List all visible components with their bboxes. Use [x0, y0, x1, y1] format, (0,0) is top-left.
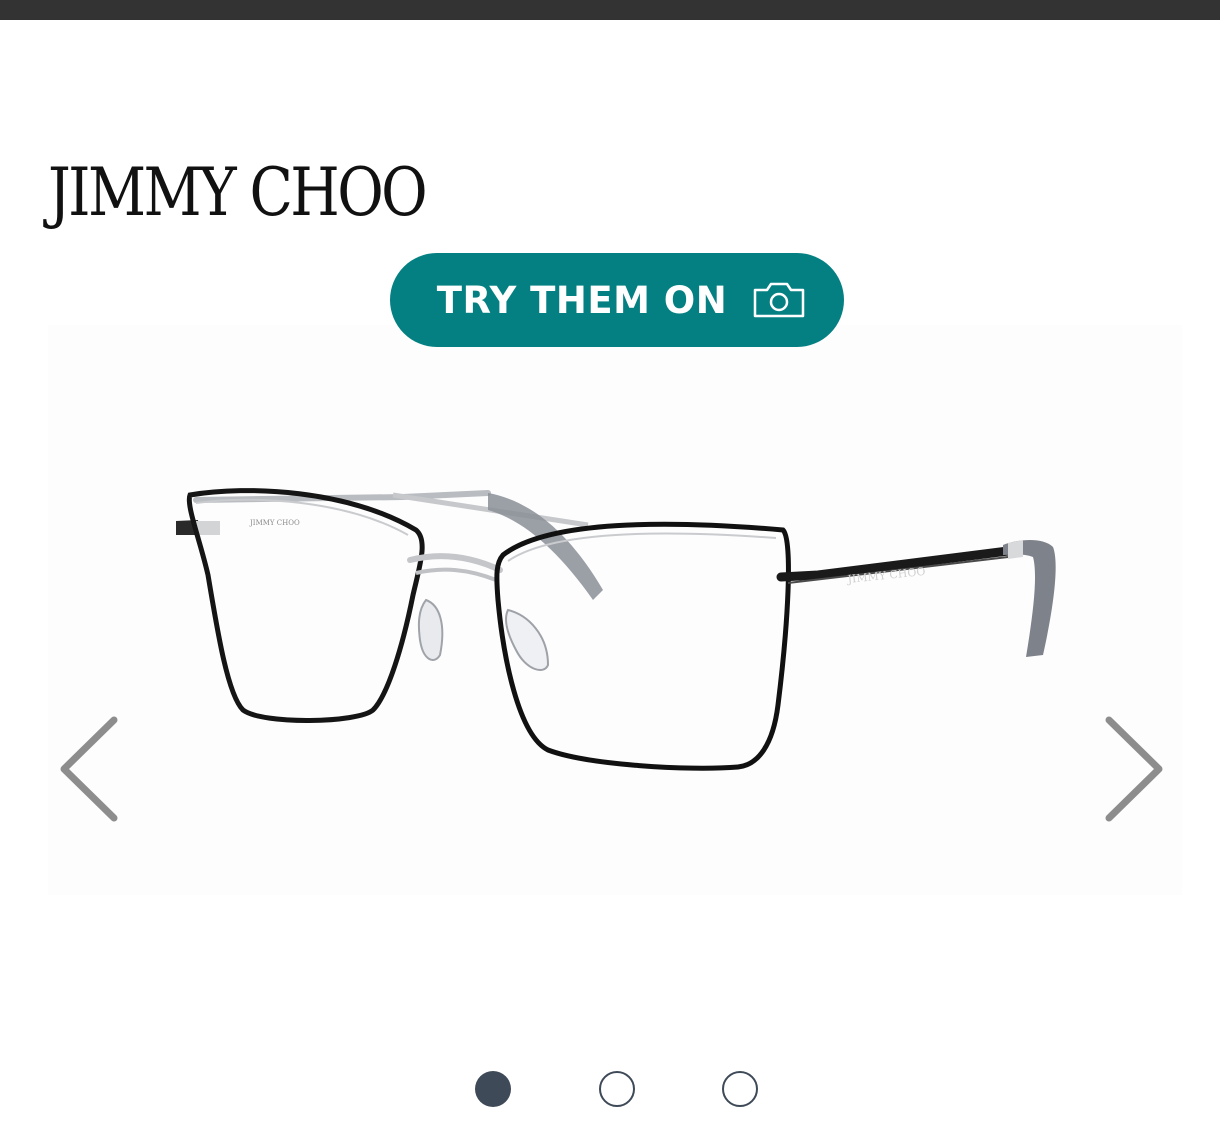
product-image: JIMMY CHOO JIMMY CHOO [48, 325, 1182, 895]
top-bar [0, 0, 1220, 20]
try-them-on-button[interactable]: TRY THEM ON [390, 253, 844, 347]
pagination-dot-2[interactable] [599, 1071, 635, 1107]
chevron-right-icon[interactable] [1105, 714, 1165, 824]
pagination-dot-1[interactable] [475, 1071, 511, 1107]
product-page: JIMMY CHOO TRY THEM ON JIMMY CHOO JIMMY … [0, 0, 1220, 1128]
carousel-pagination [0, 1071, 1220, 1113]
try-them-on-label: TRY THEM ON [436, 278, 728, 322]
eyeglasses-image: JIMMY CHOO JIMMY CHOO [176, 488, 1056, 771]
brand-logo: JIMMY CHOO [48, 154, 428, 231]
pagination-dot-3[interactable] [722, 1071, 758, 1107]
chevron-left-icon[interactable] [58, 714, 118, 824]
camera-icon [753, 282, 805, 318]
inner-engraving: JIMMY CHOO [249, 519, 300, 527]
